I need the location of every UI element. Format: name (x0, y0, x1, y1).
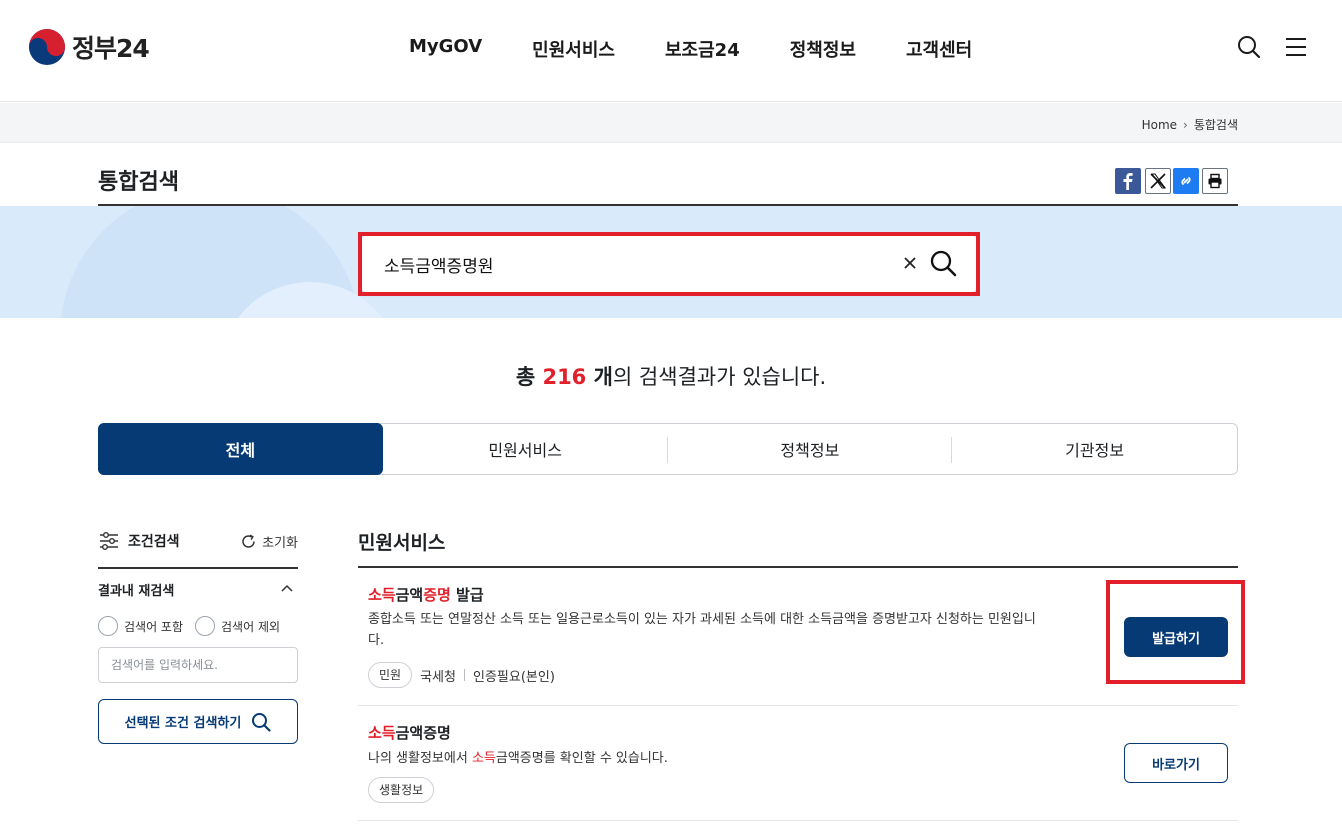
meta-divider (463, 669, 465, 681)
go-button[interactable]: 바로가기 (1124, 743, 1228, 783)
search-band (0, 206, 1342, 318)
description-highlight: 소득 (471, 751, 496, 766)
result-count-prefix: 총 (515, 365, 543, 389)
chevron-up-icon[interactable] (280, 582, 294, 596)
result-title-link[interactable]: 소득금액증명 (368, 722, 451, 743)
radio-include-label: 검색어 포함 (124, 619, 184, 634)
filter-header: 조건검색 초기화 (98, 530, 298, 558)
apply-filter-label: 선택된 조건 검색하기 (124, 716, 242, 731)
search-submit-icon[interactable] (928, 248, 958, 278)
nav-item-customer-center[interactable]: 고객센터 (906, 36, 972, 62)
auth-requirement: 인증필요(본인) (472, 669, 555, 685)
section-divider (358, 566, 1238, 568)
row-divider (358, 705, 1238, 706)
title-text: 금액 (395, 586, 424, 604)
row-divider (358, 820, 1238, 821)
breadcrumb-home[interactable]: Home (1142, 118, 1177, 132)
link-icon[interactable] (1173, 168, 1199, 194)
nav-item-civil-service[interactable]: 민원서비스 (532, 36, 615, 62)
site-header: 정부24 MyGOV 민원서비스 보조금24 정책정보 고객센터 (0, 0, 1342, 102)
radio-include[interactable] (98, 616, 118, 636)
x-icon[interactable] (1145, 168, 1171, 194)
keyword-mode-radios: 검색어 포함 검색어 제외 (98, 616, 292, 636)
filter-divider (98, 567, 298, 569)
result-count-number: 216 (542, 365, 587, 389)
result-description: 나의 생활정보에서 소득금액증명를 확인할 수 있습니다. (368, 748, 1098, 769)
title-highlight: 증명 (423, 586, 451, 604)
tab-civil-service[interactable]: 민원서비스 (383, 424, 668, 474)
title-highlight: 소득 (368, 724, 396, 742)
breadcrumb-current: 통합검색 (1193, 118, 1238, 132)
title-highlight: 소득 (368, 586, 396, 604)
menu-icon[interactable] (1283, 34, 1309, 60)
category-chip: 민원 (368, 662, 413, 688)
refine-title-label: 결과내 재검색 (98, 584, 175, 599)
main-nav: MyGOV 민원서비스 보조금24 정책정보 고객센터 (409, 36, 972, 62)
search-box (362, 236, 976, 292)
description-line: 다. (368, 633, 385, 648)
result-description: 종합소득 또는 연말정산 소득 또는 일용근로소득이 있는 자가 과세된 소득에… (368, 609, 1098, 651)
page-title: 통합검색 (98, 170, 179, 195)
filter-title-label: 조건검색 (128, 534, 180, 550)
nav-item-policy[interactable]: 정책정보 (790, 36, 856, 62)
description-text: 금액증명를 확인할 수 있습니다. (495, 751, 668, 766)
tab-label: 민원서비스 (488, 441, 562, 460)
apply-filter-button[interactable]: 선택된 조건 검색하기 (98, 699, 298, 744)
nav-item-subsidy24[interactable]: 보조금24 (665, 36, 740, 62)
tab-label: 기관정보 (1065, 441, 1125, 460)
section-title: 민원서비스 (358, 532, 446, 554)
refine-section-title: 결과내 재검색 (98, 580, 298, 599)
taegeuk-logo-icon (28, 28, 66, 66)
search-icon (252, 712, 271, 732)
agency-name: 국세청 (420, 669, 456, 685)
result-count: 총 216 개의 검색결과가 있습니다. (0, 361, 1342, 391)
clear-icon[interactable] (900, 253, 920, 273)
result-item: 소득금액증명 나의 생활정보에서 소득금액증명를 확인할 수 있습니다. 생활정… (358, 722, 1238, 822)
tab-agency[interactable]: 기관정보 (952, 424, 1237, 474)
logo-text: 정부24 (72, 34, 150, 63)
breadcrumb-bar: Home › 통합검색 (0, 103, 1342, 143)
result-count-suffix: 의 검색결과가 있습니다. (612, 365, 827, 389)
site-logo[interactable]: 정부24 (28, 28, 150, 66)
radio-exclude[interactable] (195, 616, 216, 636)
print-icon[interactable] (1202, 168, 1228, 194)
result-title-link[interactable]: 소득금액증명 발급 (368, 584, 484, 605)
title-text: 발급 (450, 586, 484, 604)
search-icon[interactable] (1236, 34, 1262, 60)
reset-button[interactable]: 초기화 (240, 532, 298, 551)
tab-label: 정책정보 (780, 441, 840, 460)
result-item: 소득금액증명 발급 종합소득 또는 연말정산 소득 또는 일용근로소득이 있는 … (358, 584, 1238, 704)
chevron-right-icon: › (1183, 117, 1188, 132)
title-text: 금액증명 (395, 724, 451, 742)
description-text: 나의 생활정보에서 (368, 751, 472, 766)
result-tabs: 전체 민원서비스 정책정보 기관정보 (98, 423, 1238, 475)
refresh-icon (242, 534, 255, 548)
tab-policy[interactable]: 정책정보 (668, 424, 953, 474)
search-input[interactable] (384, 250, 864, 278)
breadcrumb: Home › 통합검색 (1142, 116, 1238, 133)
refine-search-input[interactable] (98, 647, 298, 683)
result-meta: 민원 국세청 인증필요(본인) (368, 662, 555, 688)
reset-label: 초기화 (262, 536, 298, 551)
nav-item-mygov[interactable]: MyGOV (409, 36, 482, 62)
description-line: 종합소득 또는 연말정산 소득 또는 일용근로소득이 있는 자가 과세된 소득에… (368, 612, 1036, 627)
sliders-icon (100, 532, 118, 550)
facebook-icon[interactable] (1115, 168, 1141, 194)
category-chip: 생활정보 (368, 777, 435, 803)
filter-title: 조건검색 (98, 530, 180, 552)
issue-button[interactable]: 발급하기 (1124, 617, 1228, 657)
radio-exclude-label: 검색어 제외 (221, 619, 281, 634)
tab-all[interactable]: 전체 (98, 423, 383, 475)
result-count-unit: 개 (586, 365, 613, 389)
tab-label: 전체 (225, 441, 256, 460)
result-meta: 생활정보 (368, 777, 435, 803)
